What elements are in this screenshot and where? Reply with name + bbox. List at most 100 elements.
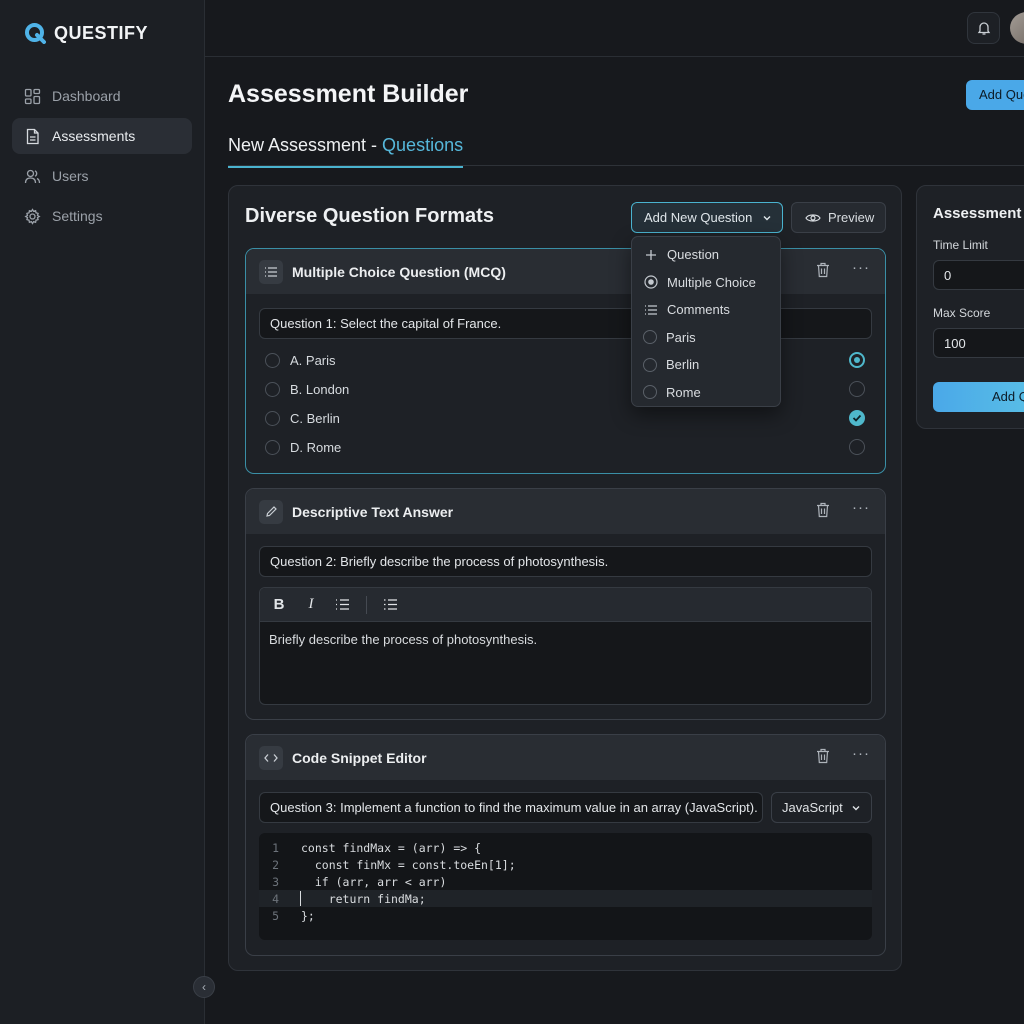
sidebar-item-settings[interactable]: Settings (12, 198, 192, 234)
code-text: return findMa; (301, 891, 426, 906)
dropdown-item-rome[interactable]: Rome (632, 379, 780, 407)
code-line-active: 4 return findMa; (259, 890, 872, 907)
line-number: 5 (272, 908, 279, 923)
code-text: const finMx = const.toeEn[1]; (301, 857, 516, 872)
editor-toolbar: B I (260, 588, 871, 622)
code-text: if (arr, arr < arr) (301, 874, 447, 889)
italic-button[interactable]: I (303, 596, 319, 613)
question-2-input[interactable]: Question 2: Briefly describe the process… (259, 546, 872, 577)
chevron-down-icon (763, 215, 771, 220)
option-a-selected-indicator[interactable] (849, 352, 865, 368)
dropdown-item-label: Rome (666, 384, 701, 400)
time-limit-label: Time Limit (933, 238, 988, 252)
dropdown-item-comments[interactable]: Comments (632, 296, 780, 324)
radio-button[interactable] (265, 439, 280, 455)
rich-text-editor[interactable]: B I Briefly describe the process of phot… (259, 587, 872, 705)
max-score-label: Max Score (933, 306, 991, 320)
chevron-down-icon (852, 805, 860, 810)
option-d-indicator[interactable] (849, 439, 865, 455)
radio-circle-icon (643, 275, 658, 290)
radio-button[interactable] (265, 381, 280, 397)
code-line: 5 }; (259, 907, 872, 924)
add-new-question-label: Add New Question (644, 210, 753, 225)
preview-label: Preview (828, 210, 875, 225)
bold-button[interactable]: B (271, 596, 287, 613)
dropdown-item-multiple-choice[interactable]: Multiple Choice (632, 269, 780, 297)
mcq-option-b[interactable]: B. London (265, 379, 349, 399)
radio-button[interactable] (265, 410, 280, 426)
editor-content[interactable]: Briefly describe the process of photosyn… (260, 622, 871, 657)
check-icon (852, 414, 862, 422)
toolbar-separator (366, 595, 367, 614)
document-icon (26, 128, 39, 144)
dropdown-item-paris[interactable]: Paris (632, 324, 780, 352)
list-icon (643, 302, 658, 317)
option-b-indicator[interactable] (849, 381, 865, 397)
dropdown-item-label: Question (667, 247, 720, 263)
code-text: }; (301, 908, 315, 923)
option-c-check-indicator[interactable] (849, 410, 865, 426)
sidebar-item-label: Dashboard (52, 88, 121, 104)
dropdown-item-question[interactable]: Question (632, 241, 780, 269)
add-new-question-button[interactable]: Add New Question (631, 202, 783, 233)
trash-icon[interactable] (816, 262, 830, 278)
eye-icon (805, 213, 821, 222)
trash-icon[interactable] (816, 748, 830, 764)
sidebar-item-users[interactable]: Users (12, 158, 192, 194)
trash-icon[interactable] (816, 502, 830, 518)
top-bar (205, 0, 1024, 57)
page-title: Assessment Builder (228, 80, 469, 108)
language-select[interactable]: JavaScript (771, 792, 872, 823)
user-avatar[interactable] (1010, 12, 1024, 44)
collapse-sidebar-button[interactable]: ‹ (193, 976, 215, 998)
grid-icon (24, 88, 41, 104)
sidebar-nav: Dashboard Assessments Users Settings (12, 78, 192, 238)
code-line: 1 const findMax = (arr) => { (259, 839, 872, 856)
radio-button[interactable] (265, 352, 280, 368)
mcq-option-d[interactable]: D. Rome (265, 437, 341, 457)
more-options-icon[interactable]: ··· (852, 259, 870, 276)
mcq-card-header: Multiple Choice Question (MCQ) ··· (246, 249, 885, 294)
max-score-input[interactable]: 100 (933, 328, 1024, 358)
app-logo[interactable]: QUESTIFY (24, 22, 148, 44)
descriptive-card-title: Descriptive Text Answer (292, 503, 454, 520)
radio-empty-icon (643, 357, 657, 372)
app-name: QUESTIFY (54, 22, 149, 43)
line-number: 1 (272, 840, 279, 855)
dropdown-item-label: Comments (667, 302, 730, 318)
bell-icon (977, 22, 990, 35)
code-question-card: Code Snippet Editor ··· Question 3: Impl… (245, 734, 886, 956)
notifications-button[interactable] (967, 12, 1000, 44)
panel-title: Diverse Question Formats (245, 205, 494, 227)
time-limit-input[interactable]: 0 (933, 260, 1024, 290)
dropdown-item-berlin[interactable]: Berlin (632, 351, 780, 379)
line-number: 2 (272, 857, 279, 872)
add-question-dropdown: Question Multiple Choice Comments Paris … (631, 236, 781, 407)
option-label: C. Berlin (290, 410, 340, 426)
numbered-list-icon[interactable] (335, 598, 350, 611)
sidebar-item-dashboard[interactable]: Dashboard (12, 78, 192, 114)
plus-icon (643, 247, 658, 262)
dropdown-item-label: Paris (666, 329, 696, 345)
code-editor[interactable]: 1 const findMax = (arr) => { 2 const fin… (259, 833, 872, 940)
add-question-button[interactable]: Add Questi (966, 80, 1024, 110)
question-3-input[interactable]: Question 3: Implement a function to find… (259, 792, 763, 823)
sidebar-item-assessments[interactable]: Assessments (12, 118, 192, 154)
chevron-left-icon: ‹ (202, 980, 206, 994)
more-options-icon[interactable]: ··· (852, 499, 870, 516)
dropdown-item-label: Berlin (666, 357, 700, 373)
list-icon (259, 259, 283, 284)
bullet-list-icon[interactable] (383, 598, 398, 611)
settings-add-button[interactable]: Add Q (933, 382, 1024, 412)
language-value: JavaScript (782, 800, 843, 815)
question-formats-panel: Diverse Question Formats Add New Questio… (228, 185, 902, 971)
text-cursor (300, 891, 301, 906)
mcq-card-title: Multiple Choice Question (MCQ) (292, 263, 506, 280)
preview-button[interactable]: Preview (791, 202, 886, 233)
mcq-option-c[interactable]: C. Berlin (265, 408, 340, 428)
code-card-header: Code Snippet Editor ··· (246, 735, 885, 780)
tab-questions[interactable]: New Assessment - Questions (228, 135, 464, 168)
more-options-icon[interactable]: ··· (852, 745, 870, 762)
mcq-option-a[interactable]: A. Paris (265, 350, 336, 370)
tab-accent: Questions (382, 135, 464, 155)
